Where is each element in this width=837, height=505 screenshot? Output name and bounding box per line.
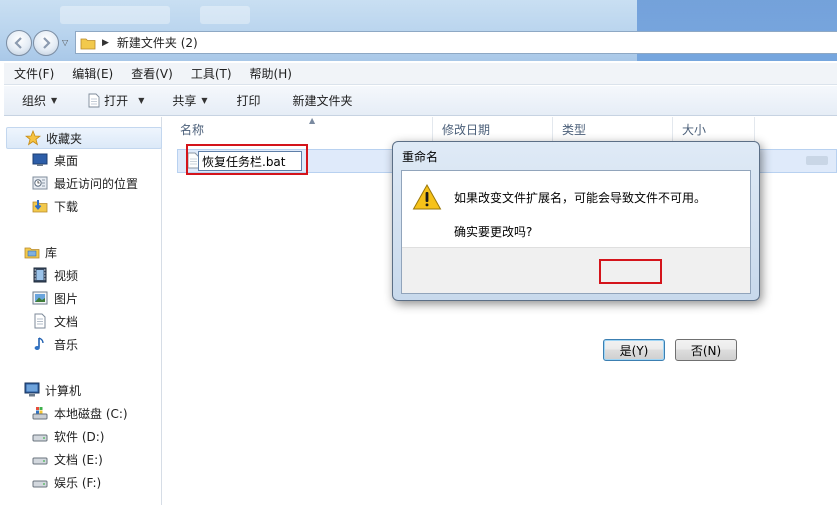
computer-icon (24, 382, 40, 398)
yes-button[interactable]: 是(Y) (603, 339, 665, 361)
menu-tools[interactable]: 工具(T) (181, 65, 240, 82)
arrow-right-icon (43, 37, 51, 49)
nav-item-label: 娱乐 (F:) (54, 475, 102, 490)
warning-icon (412, 183, 442, 210)
music-note-icon (32, 336, 48, 352)
nav-item-drive-d[interactable]: 软件 (D:) (32, 425, 104, 447)
share-label: 共享 (172, 94, 197, 108)
nav-item-label: 桌面 (54, 153, 79, 168)
no-button[interactable]: 否(N) (675, 339, 737, 361)
column-header-size[interactable]: 大小 (673, 117, 755, 141)
nav-item-label: 文档 (54, 314, 79, 329)
yes-button-label: 是(Y) (619, 343, 649, 358)
nav-item-videos[interactable]: 视频 (32, 264, 78, 286)
column-header-size-label: 大小 (682, 122, 707, 137)
nav-item-drive-e[interactable]: 文档 (E:) (32, 448, 103, 470)
breadcrumb-separator-icon[interactable]: ▶ (102, 38, 109, 48)
nav-item-drive-c[interactable]: 本地磁盘 (C:) (32, 402, 128, 424)
recent-pages-dropdown-icon[interactable]: ▽ (62, 38, 68, 47)
drive-icon (32, 451, 48, 467)
nav-item-downloads[interactable]: 下载 (32, 195, 78, 217)
library-icon (24, 244, 40, 260)
recent-places-icon (32, 175, 48, 191)
menu-help[interactable]: 帮助(H) (240, 65, 300, 82)
star-icon (25, 130, 41, 146)
window-titlebar: ▽ ▶ 新建文件夹 (2) (0, 0, 837, 61)
background-window-ghost (60, 6, 170, 24)
drive-icon (32, 474, 48, 490)
nav-item-drive-f[interactable]: 娱乐 (F:) (32, 471, 101, 493)
dialog-content: 如果改变文件扩展名，可能会导致文件不可用。 确实要更改吗? 是(Y) 否(N) (401, 170, 751, 361)
share-button[interactable]: 共享 ▼ (163, 89, 216, 113)
nav-item-label: 最近访问的位置 (54, 176, 139, 191)
menu-view[interactable]: 查看(V) (121, 65, 181, 82)
dialog-message: 如果改变文件扩展名，可能会导致文件不可用。 (454, 191, 707, 205)
column-header-name[interactable]: 名称 ▲ (171, 116, 433, 141)
video-icon (32, 267, 48, 283)
sort-ascending-icon: ▲ (309, 116, 316, 125)
column-header-name-label: 名称 (180, 122, 205, 137)
obscured-size-text (806, 156, 828, 165)
documents-icon (32, 313, 48, 329)
chevron-down-icon: ▼ (201, 96, 208, 105)
dialog-button-area: 是(Y) 否(N) (402, 247, 750, 361)
open-label: 打开 (104, 94, 129, 108)
dialog-question: 确实要更改吗? (454, 225, 533, 239)
organize-label: 组织 (22, 94, 47, 108)
organize-button[interactable]: 组织 ▼ (13, 89, 66, 113)
back-button[interactable] (6, 30, 32, 56)
print-button[interactable]: 打印 (228, 89, 270, 113)
nav-libraries[interactable]: 库 (4, 241, 160, 263)
nav-computer[interactable]: 计算机 (4, 379, 160, 401)
no-button-label: 否(N) (690, 343, 722, 358)
nav-item-label: 图片 (54, 291, 79, 306)
pictures-icon (32, 290, 48, 306)
nav-item-documents[interactable]: 文档 (32, 310, 78, 332)
chevron-down-icon: ▼ (51, 96, 58, 105)
drive-icon (32, 428, 48, 444)
nav-item-pictures[interactable]: 图片 (32, 287, 78, 309)
print-label: 打印 (236, 94, 261, 108)
nav-favorites[interactable]: 收藏夹 (6, 127, 162, 149)
nav-item-label: 音乐 (54, 337, 79, 352)
open-button[interactable]: 打开 ▼ (78, 89, 153, 113)
downloads-folder-icon (32, 198, 48, 214)
highlight-outline-yes (599, 259, 662, 284)
nav-item-label: 下载 (54, 199, 79, 214)
background-window-ghost (200, 6, 250, 24)
nav-item-recent-places[interactable]: 最近访问的位置 (32, 172, 138, 194)
nav-favorites-label: 收藏夹 (46, 131, 83, 146)
address-bar[interactable]: ▶ 新建文件夹 (2) (75, 31, 837, 54)
column-header-type-label: 类型 (562, 122, 587, 137)
breadcrumb-current-folder[interactable]: 新建文件夹 (2) (117, 34, 198, 51)
column-header-type[interactable]: 类型 (553, 117, 673, 141)
menu-file[interactable]: 文件(F) (4, 65, 62, 82)
column-header-date[interactable]: 修改日期 (433, 117, 553, 141)
column-header-date-label: 修改日期 (442, 122, 491, 137)
nav-computer-label: 计算机 (45, 383, 82, 398)
new-folder-button[interactable]: 新建文件夹 (284, 89, 362, 113)
nav-libraries-label: 库 (45, 245, 58, 260)
system-drive-icon (32, 405, 48, 421)
folder-icon (80, 38, 96, 49)
rename-dialog: 重命名 如果改变文件扩展名，可能会导致文件不可用。 确实要更改吗? 是(Y) 否… (392, 141, 760, 361)
chevron-down-icon: ▼ (138, 96, 145, 105)
nav-item-label: 文档 (E:) (54, 452, 103, 467)
new-folder-label: 新建文件夹 (292, 94, 353, 108)
arrow-left-icon (14, 37, 22, 49)
nav-item-music[interactable]: 音乐 (32, 333, 78, 355)
dialog-title: 重命名 (402, 150, 439, 164)
document-icon (88, 93, 100, 108)
nav-item-desktop[interactable]: 桌面 (32, 149, 78, 171)
nav-item-label: 视频 (54, 268, 79, 283)
menu-bar: 文件(F) 编辑(E) 查看(V) 工具(T) 帮助(H) (4, 63, 837, 85)
nav-item-label: 本地磁盘 (C:) (54, 406, 128, 421)
navigation-pane: 收藏夹 桌面 最近访问的位置 下载 库 视频 图片 文档 音乐 计算机 本地磁盘… (4, 117, 162, 505)
nav-item-label: 软件 (D:) (54, 429, 105, 444)
desktop-icon (32, 152, 48, 168)
forward-button[interactable] (33, 30, 59, 56)
highlight-outline-rename (186, 144, 308, 175)
command-bar: 组织 ▼ 打开 ▼ 共享 ▼ 打印 新建文件夹 (4, 86, 837, 116)
menu-edit[interactable]: 编辑(E) (62, 65, 121, 82)
